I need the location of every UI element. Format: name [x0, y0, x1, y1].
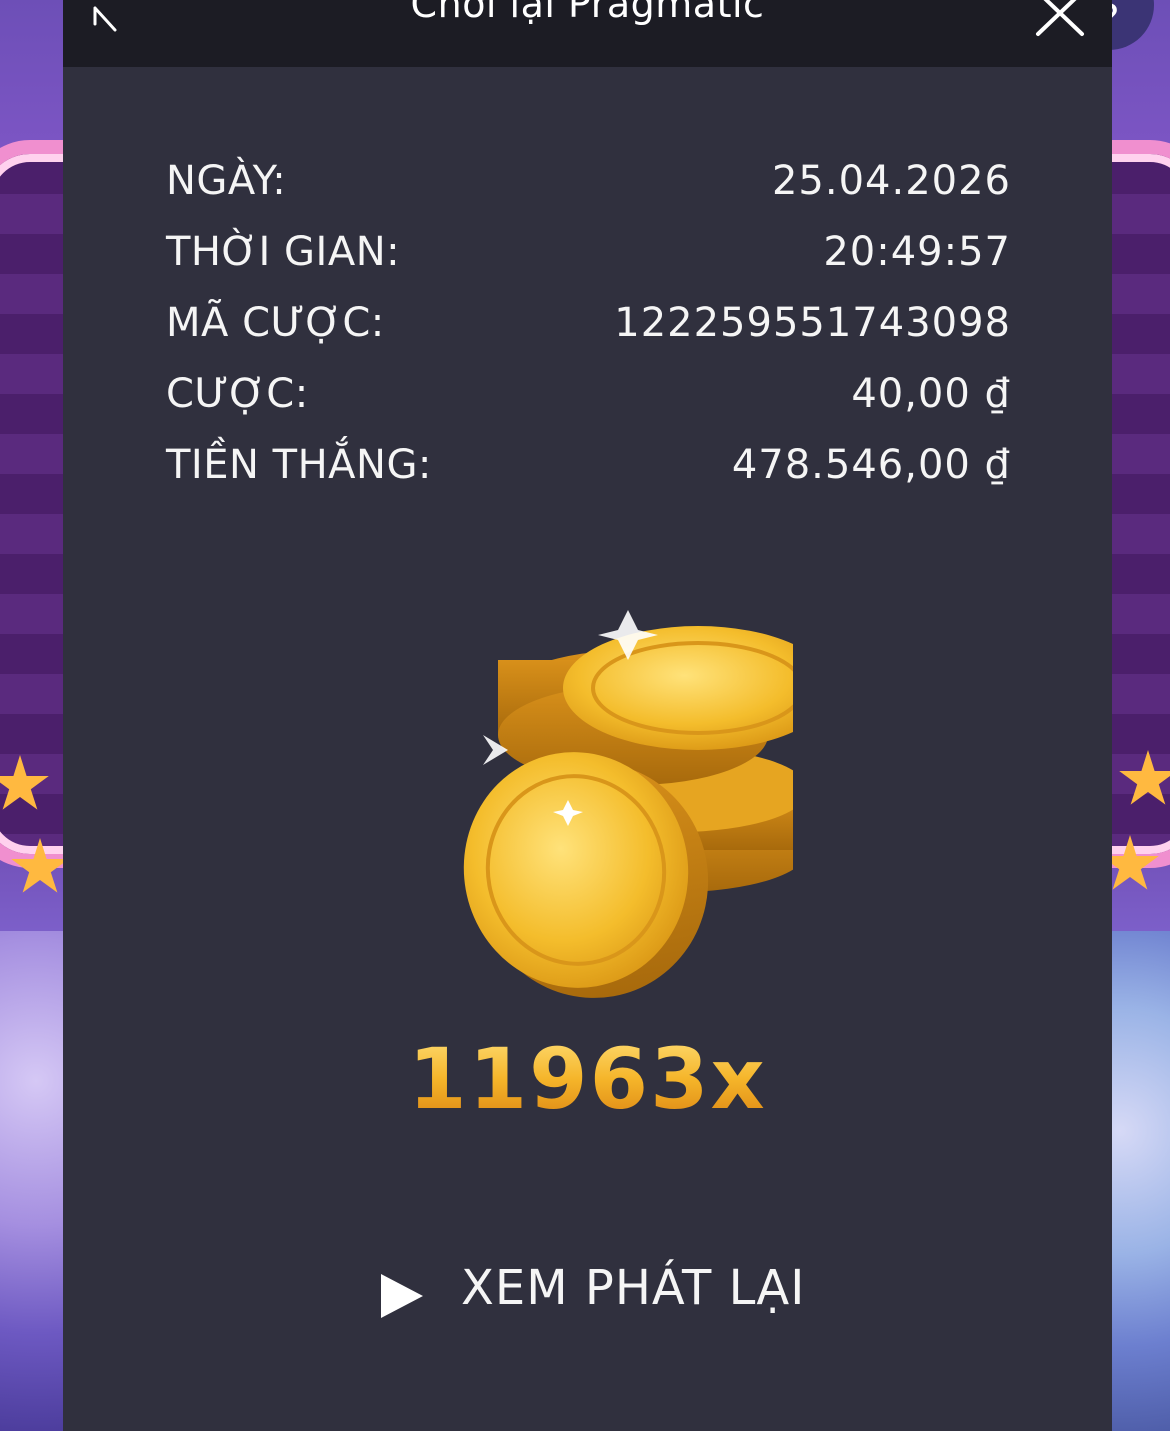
detail-label: THỜI GIAN: [166, 229, 401, 275]
detail-label: TIỀN THẮNG: [166, 442, 432, 488]
detail-row-time: THỜI GIAN: 20:49:57 [166, 221, 1011, 292]
detail-label: MÃ CƯỢC: [166, 300, 385, 346]
detail-row-bet-id: MÃ CƯỢC: 122259551743098 [166, 292, 1011, 363]
detail-value: 478.546,00 ₫ [731, 442, 1011, 488]
win-multiplier: 11963x [63, 1030, 1112, 1128]
detail-value: 40,00 ₫ [851, 371, 1011, 417]
detail-row-date: NGÀY: 25.04.2026 [166, 150, 1011, 221]
bet-details: NGÀY: 25.04.2026 THỜI GIAN: 20:49:57 MÃ … [166, 150, 1011, 505]
coins-icon [463, 610, 793, 998]
dialog-header: Chơi lại Pragmatic [63, 0, 1112, 67]
replay-button[interactable]: XEM PHÁT LẠI [363, 1250, 823, 1340]
detail-row-bet: CƯỢC: 40,00 ₫ [166, 363, 1011, 434]
close-icon[interactable] [1032, 0, 1088, 38]
detail-label: NGÀY: [166, 158, 287, 204]
replay-label: XEM PHÁT LẠI [461, 1260, 806, 1316]
detail-label: CƯỢC: [166, 371, 309, 417]
detail-row-win: TIỀN THẮNG: 478.546,00 ₫ [166, 434, 1011, 505]
dialog-title: Chơi lại Pragmatic [410, 0, 765, 26]
play-icon [381, 1274, 423, 1318]
detail-value: 25.04.2026 [771, 158, 1011, 204]
detail-value: 20:49:57 [823, 229, 1011, 275]
replay-dialog: Chơi lại Pragmatic NGÀY: 25.04.2026 THỜI… [63, 0, 1112, 1431]
detail-value: 122259551743098 [614, 300, 1011, 346]
